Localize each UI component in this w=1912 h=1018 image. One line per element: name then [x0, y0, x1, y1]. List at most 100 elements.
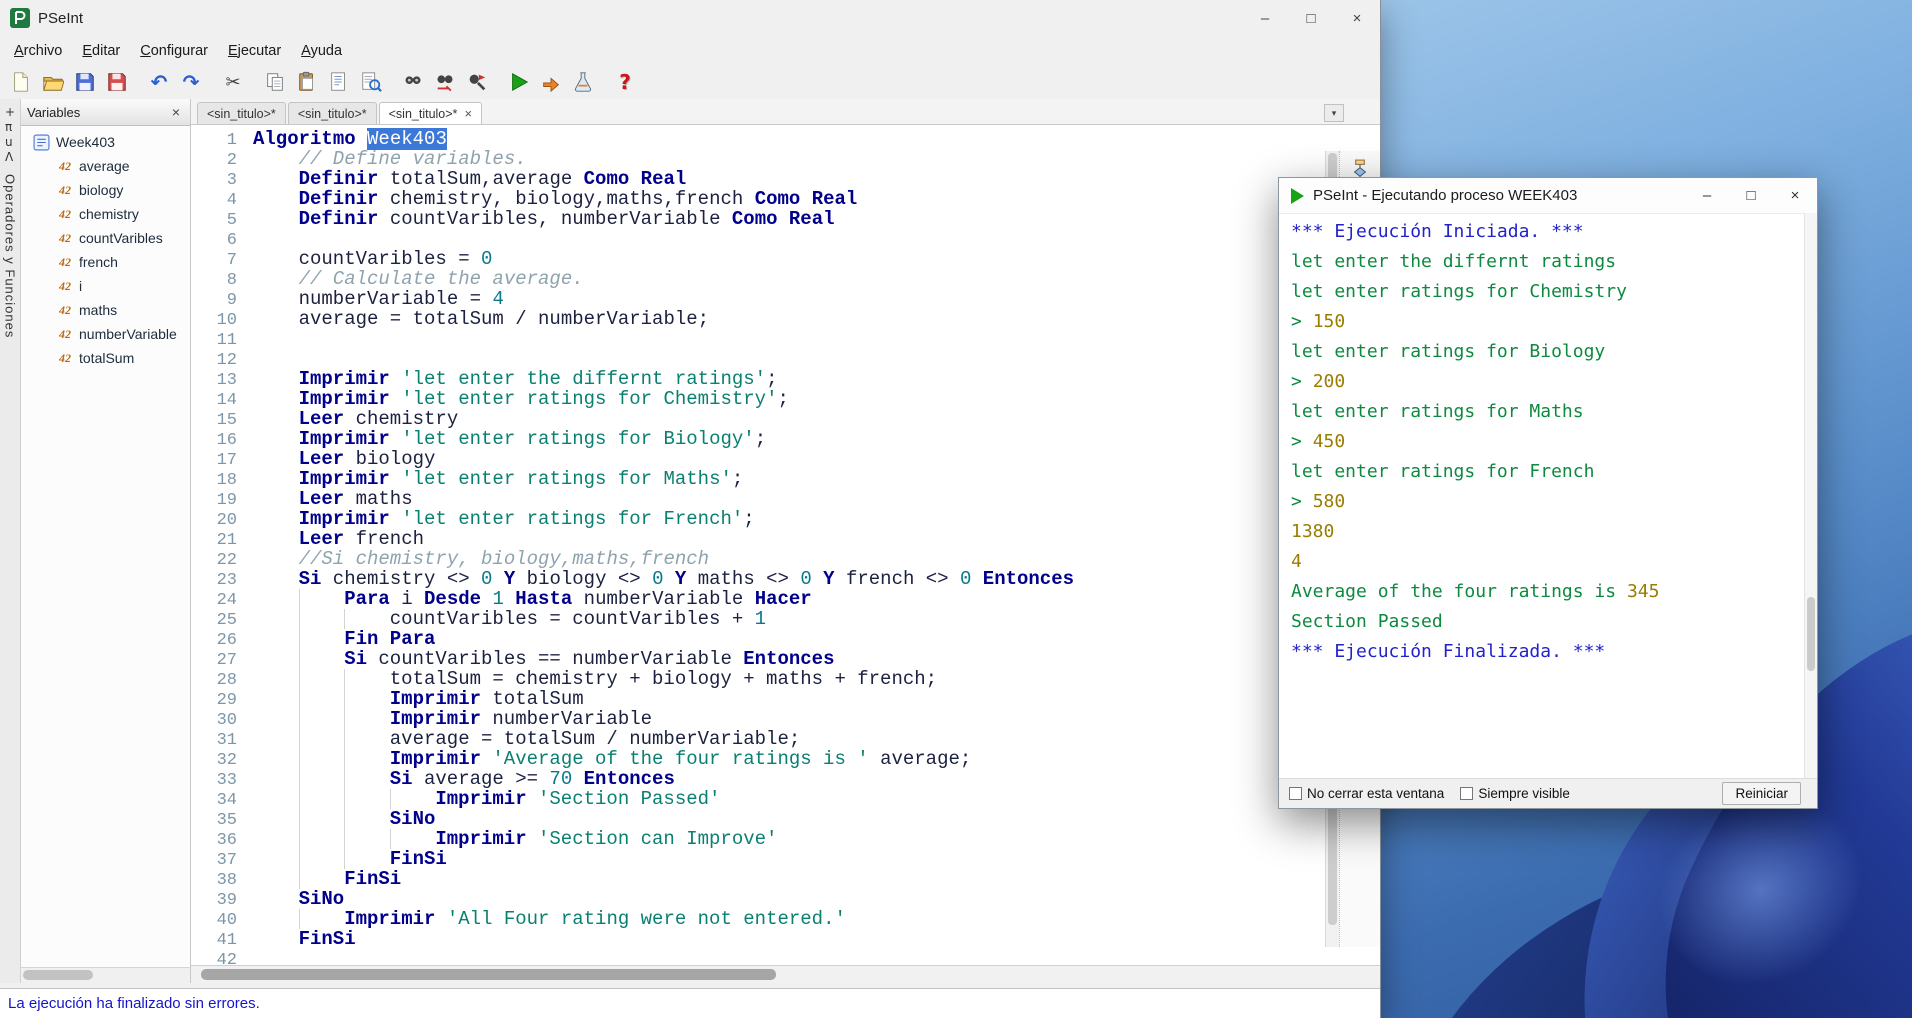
menu-ejecutar[interactable]: Ejecutar — [218, 39, 291, 63]
menu-ayuda[interactable]: Ayuda — [291, 39, 352, 63]
code-line[interactable]: 6 — [191, 229, 1325, 250]
menu-editar[interactable]: Editar — [72, 39, 130, 63]
edit-doc-button[interactable] — [324, 68, 354, 96]
variable-item[interactable]: 42 numberVariable — [21, 322, 190, 346]
editor-horizontal-scrollbar[interactable] — [191, 965, 1380, 983]
code-line[interactable]: 20 Imprimir 'let enter ratings for French… — [191, 509, 1325, 530]
code-line[interactable]: 24 Para i Desde 1 Hasta numberVariable Ha… — [191, 589, 1325, 610]
maximize-button[interactable]: □ — [1288, 0, 1334, 36]
code-line[interactable]: 4 Definir chemistry, biology,maths,french… — [191, 189, 1325, 210]
code-line[interactable]: 8 // Calculate the average. — [191, 269, 1325, 290]
find-button[interactable] — [398, 68, 428, 96]
checkbox-icon[interactable] — [1460, 787, 1474, 800]
variable-item[interactable]: 42 i — [21, 274, 190, 298]
code-line[interactable]: 38 FinSi — [191, 869, 1325, 890]
variable-item[interactable]: 42 french — [21, 250, 190, 274]
console-minimize-button[interactable]: – — [1685, 178, 1729, 213]
goto-button[interactable] — [462, 68, 492, 96]
code-line[interactable]: 31 average = totalSum / numberVariable; — [191, 729, 1325, 750]
code-line[interactable]: 27 Si countVaribles == numberVariable Ent… — [191, 649, 1325, 670]
console-scrollbar[interactable] — [1804, 213, 1817, 778]
scrollbar-thumb[interactable] — [201, 969, 776, 980]
code-line[interactable]: 30 Imprimir numberVariable — [191, 709, 1325, 730]
replace-button[interactable] — [430, 68, 460, 96]
code-line[interactable]: 34 Imprimir 'Section Passed' — [191, 789, 1325, 810]
code-line[interactable]: 36 Imprimir 'Section can Improve' — [191, 829, 1325, 850]
copy-button[interactable] — [260, 68, 290, 96]
variables-panel-close-icon[interactable]: × — [168, 104, 184, 120]
run-step-button[interactable] — [536, 68, 566, 96]
code-line[interactable]: 21 Leer french — [191, 529, 1325, 550]
tab-sin-titulo-3[interactable]: <sin_titulo>* × — [378, 102, 483, 124]
code-line[interactable]: 18 Imprimir 'let enter ratings for Maths'… — [191, 469, 1325, 490]
scrollbar-thumb[interactable] — [23, 970, 93, 980]
cut-button[interactable]: ✂ — [218, 68, 248, 96]
code-line[interactable]: 41 FinSi — [191, 929, 1325, 950]
code-line[interactable]: 26 Fin Para — [191, 629, 1325, 650]
code-line[interactable]: 11 — [191, 329, 1325, 350]
menu-archivo[interactable]: Archivo — [4, 39, 72, 63]
code-line[interactable]: 29 Imprimir totalSum — [191, 689, 1325, 710]
code-line[interactable]: 16 Imprimir 'let enter ratings for Biolog… — [191, 429, 1325, 450]
new-file-button[interactable] — [6, 68, 36, 96]
code-line[interactable]: 32 Imprimir 'Average of the four ratings … — [191, 749, 1325, 770]
tab-sin-titulo-1[interactable]: <sin_titulo>* — [197, 102, 286, 124]
variable-item[interactable]: 42 countVaribles — [21, 226, 190, 250]
code-line[interactable]: 25 countVaribles = countVaribles + 1 — [191, 609, 1325, 630]
console-close-button[interactable]: × — [1773, 178, 1817, 213]
variable-item[interactable]: 42 maths — [21, 298, 190, 322]
code-line[interactable]: 35 SiNo — [191, 809, 1325, 830]
operators-panel-collapsed-tab[interactable]: + π u Λ Operadores y Funciones — [0, 99, 21, 983]
syntax-check-button[interactable] — [356, 68, 386, 96]
always-visible-checkbox[interactable]: Siempre visible — [1460, 786, 1570, 801]
tab-close-icon[interactable]: × — [464, 106, 472, 121]
help-button[interactable]: ? — [610, 68, 640, 96]
code-line[interactable]: 13 Imprimir 'let enter the differnt ratin… — [191, 369, 1325, 390]
variable-item[interactable]: 42 chemistry — [21, 202, 190, 226]
code-editor[interactable]: 1 Algoritmo Week403 2// Define variables. 3… — [191, 125, 1325, 965]
code-line[interactable]: 7 countVaribles = 0 — [191, 249, 1325, 270]
variable-item[interactable]: 42 biology — [21, 178, 190, 202]
code-line[interactable]: 15 Leer chemistry — [191, 409, 1325, 430]
scrollbar-thumb[interactable] — [1807, 597, 1815, 671]
code-line[interactable]: 28 totalSum = chemistry + biology + maths… — [191, 669, 1325, 690]
code-line[interactable]: 2 // Define variables. — [191, 149, 1325, 170]
code-line[interactable]: 3 Definir totalSum,average Como Real — [191, 169, 1325, 190]
code-line[interactable]: 12 — [191, 349, 1325, 370]
close-button[interactable]: × — [1334, 0, 1380, 36]
code-line[interactable]: 33 Si average >= 70 Entonces — [191, 769, 1325, 790]
run-button[interactable] — [504, 68, 534, 96]
code-line[interactable]: 17 Leer biology — [191, 449, 1325, 470]
code-line[interactable]: 14 Imprimir 'let enter ratings for Chemis… — [191, 389, 1325, 410]
tab-list-dropdown-icon[interactable]: ▾ — [1324, 104, 1344, 122]
code-line[interactable]: 9 numberVariable = 4 — [191, 289, 1325, 310]
save-button[interactable] — [70, 68, 100, 96]
console-maximize-button[interactable]: □ — [1729, 178, 1773, 213]
code-line[interactable]: 23 Si chemistry <> 0 Y biology <> 0 Y mat… — [191, 569, 1325, 590]
variables-root-item[interactable]: Week403 — [21, 130, 190, 154]
restart-button[interactable]: Reiniciar — [1722, 782, 1801, 805]
variables-panel-scrollbar[interactable] — [21, 967, 190, 983]
code-line[interactable]: 1 Algoritmo Week403 — [191, 128, 1325, 150]
variable-item[interactable]: 42 average — [21, 154, 190, 178]
code-line[interactable]: 39 SiNo — [191, 889, 1325, 910]
tab-sin-titulo-2[interactable]: <sin_titulo>* — [287, 102, 377, 124]
variable-item[interactable]: 42 totalSum — [21, 346, 190, 370]
keep-open-checkbox[interactable]: No cerrar esta ventana — [1289, 786, 1444, 801]
code-line[interactable]: 42 — [191, 949, 1325, 965]
code-line[interactable]: 19 Leer maths — [191, 489, 1325, 510]
paste-button[interactable] — [292, 68, 322, 96]
code-line[interactable]: 22 //Si chemistry, biology,maths,french — [191, 549, 1325, 570]
minimize-button[interactable]: – — [1242, 0, 1288, 36]
code-line[interactable]: 37 FinSi — [191, 849, 1325, 870]
open-file-button[interactable] — [38, 68, 68, 96]
code-line[interactable]: 10 average = totalSum / numberVariable; — [191, 309, 1325, 330]
debug-button[interactable] — [568, 68, 598, 96]
undo-button[interactable]: ↶ — [144, 68, 174, 96]
code-line[interactable]: 5 Definir countVaribles, numberVariable C… — [191, 209, 1325, 230]
save-as-button[interactable] — [102, 68, 132, 96]
redo-button[interactable]: ↷ — [176, 68, 206, 96]
code-line[interactable]: 40 Imprimir 'All Four rating were not ent… — [191, 909, 1325, 930]
checkbox-icon[interactable] — [1289, 787, 1302, 800]
menu-configurar[interactable]: Configurar — [130, 39, 218, 63]
